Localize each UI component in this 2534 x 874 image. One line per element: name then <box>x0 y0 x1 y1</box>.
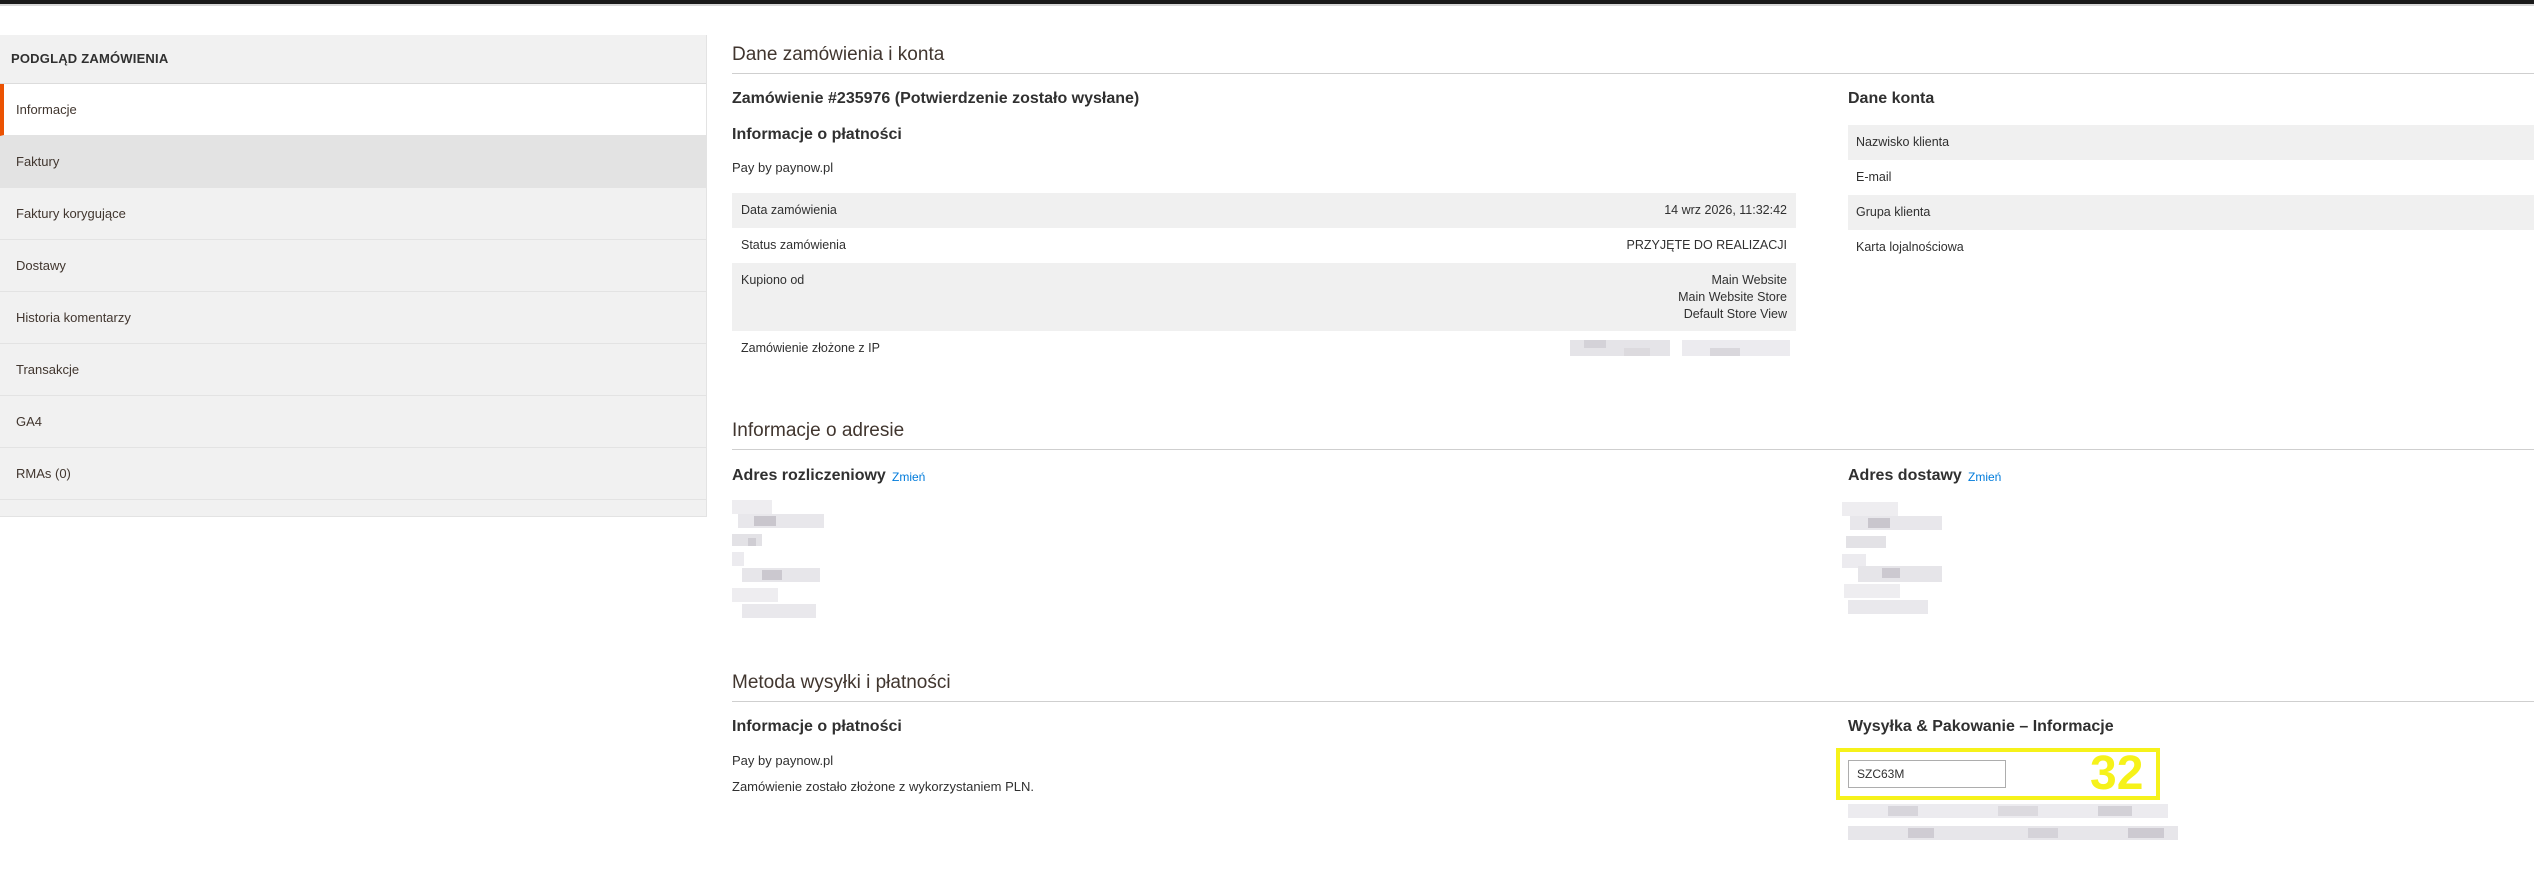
order-status-value: PRZYJĘTE DO REALIZACJI <box>1626 238 1787 252</box>
store-view-name: Default Store View <box>1683 307 1787 321</box>
tracking-number-input[interactable] <box>1848 760 2006 788</box>
billing-address-heading: Adres rozliczeniowy <box>732 467 886 484</box>
edit-shipping-address-link[interactable]: Zmień <box>1968 470 2001 484</box>
annotation-number: 32 <box>2090 747 2144 800</box>
order-view-sidebar: PODGLĄD ZAMÓWIENIA Informacje Faktury Fa… <box>0 35 707 517</box>
order-info-table: Data zamówienia 14 wrz 2026, 11:32:42 St… <box>732 193 1796 366</box>
payment-info-heading-2: Informacje o płatności <box>732 718 902 735</box>
tab-transakcje[interactable]: Transakcje <box>0 344 706 396</box>
shipping-payment-section-title: Metoda wysyłki i płatności <box>732 672 951 693</box>
table-row: Status zamówienia PRZYJĘTE DO REALIZACJI <box>732 228 1796 263</box>
section-divider <box>732 701 2534 702</box>
order-ip-label: Zamówienie złożone z IP <box>741 341 880 355</box>
customer-name-label: Nazwisko klienta <box>1848 125 2534 160</box>
section-divider <box>732 73 2534 74</box>
order-status-label: Status zamówienia <box>741 238 846 252</box>
tab-historia-komentarzy[interactable]: Historia komentarzy <box>0 292 706 344</box>
payment-method-2: Pay by paynow.pl <box>732 753 834 768</box>
tab-informacje[interactable]: Informacje <box>0 84 706 136</box>
redacted-billing-address <box>732 500 824 620</box>
tab-faktury[interactable]: Faktury <box>0 136 706 188</box>
email-label: E-mail <box>1856 170 1892 184</box>
payment-method: Pay by paynow.pl <box>732 160 834 175</box>
account-info-table: Nazwisko klienta E-mail Grupa klienta Ka… <box>1848 125 2534 265</box>
customer-group-label: Grupa klienta <box>1848 195 2534 230</box>
purchased-from-value: Main Website Main Website Store Default … <box>1678 272 1787 323</box>
tab-ga4[interactable]: GA4 <box>0 396 706 448</box>
redacted-shipping-details <box>1848 804 2178 844</box>
table-row: Zamówienie złożone z IP <box>732 331 1796 366</box>
loyalty-card-label: Karta lojalnościowa <box>1856 240 1964 254</box>
shipping-packing-heading: Wysyłka & Pakowanie – Informacje <box>1848 718 2114 735</box>
website-name: Main Website <box>1711 273 1788 287</box>
table-row: Data zamówienia 14 wrz 2026, 11:32:42 <box>732 193 1796 228</box>
table-row: Kupiono od Main Website Main Website Sto… <box>732 263 1796 331</box>
store-name: Main Website Store <box>1678 290 1787 304</box>
payment-info-heading: Informacje o płatności <box>732 126 902 143</box>
section-divider <box>732 449 2534 450</box>
redacted-ip <box>1570 338 1790 358</box>
address-section-title: Informacje o adresie <box>732 420 905 441</box>
edit-billing-address-link[interactable]: Zmień <box>892 470 925 484</box>
purchased-from-label: Kupiono od <box>741 273 805 287</box>
order-heading: Zamówienie #235976 (Potwierdzenie został… <box>732 90 1140 107</box>
tab-rmas[interactable]: RMAs (0) <box>0 448 706 500</box>
tab-dostawy[interactable]: Dostawy <box>0 240 706 292</box>
top-bar <box>0 0 2534 6</box>
account-heading: Dane konta <box>1848 90 1935 107</box>
order-date-value: 14 wrz 2026, 11:32:42 <box>1664 203 1787 217</box>
tab-faktury-korygujace[interactable]: Faktury korygujące <box>0 188 706 240</box>
order-date-label: Data zamówienia <box>741 203 837 217</box>
redacted-shipping-address <box>1842 502 1942 614</box>
sidebar-title: PODGLĄD ZAMÓWIENIA <box>0 35 706 84</box>
shipping-address-heading: Adres dostawy <box>1848 467 1962 484</box>
order-account-section-title: Dane zamówienia i konta <box>732 44 945 65</box>
currency-note: Zamówienie zostało złożone z wykorzystan… <box>732 779 1035 794</box>
